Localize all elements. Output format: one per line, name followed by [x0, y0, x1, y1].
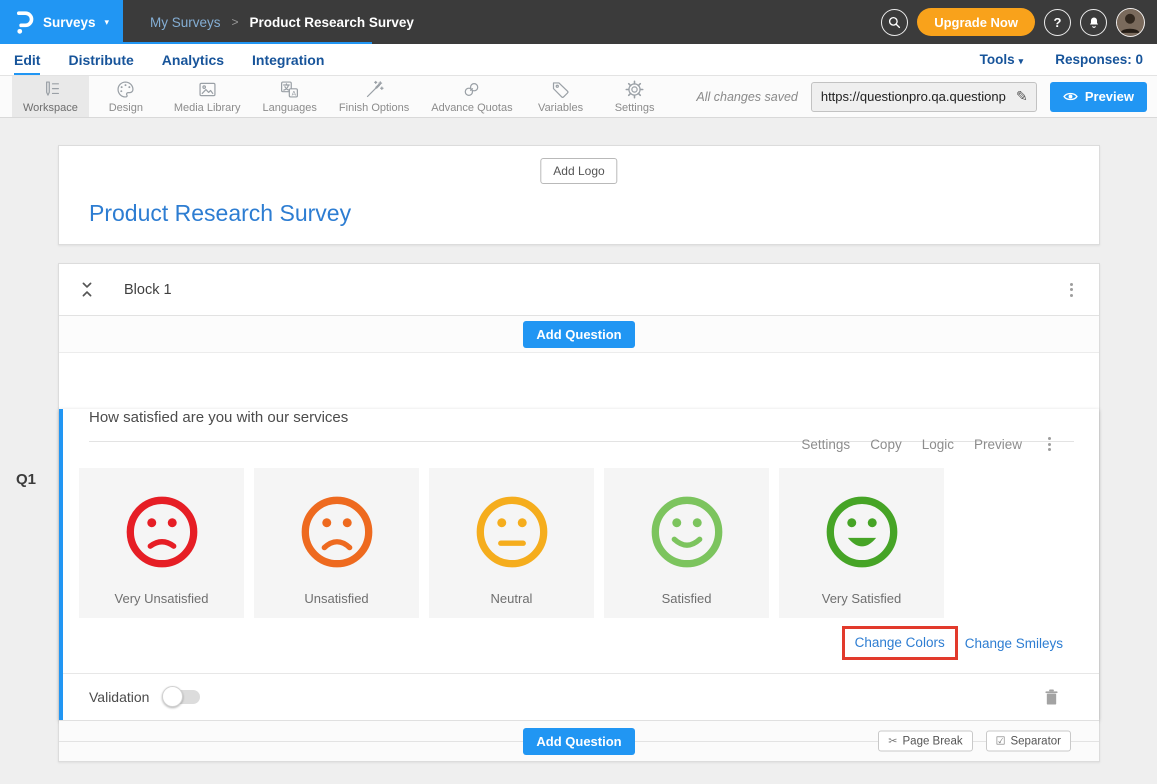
smiley-option-satisfied[interactable]: Satisfied: [604, 468, 769, 618]
separator-button[interactable]: ☑ Separator: [986, 731, 1071, 752]
scissors-icon: ✂: [888, 735, 897, 748]
magic-wand-icon: [364, 79, 385, 100]
unsatisfied-smiley-icon: [298, 493, 376, 571]
tools-menu[interactable]: Tools▾: [980, 52, 1024, 67]
page-break-button[interactable]: ✂ Page Break: [878, 731, 972, 752]
very-satisfied-smiley-icon: [823, 493, 901, 571]
change-smileys-link[interactable]: Change Smileys: [965, 636, 1063, 651]
edit-url-pencil-icon[interactable]: ✎: [1008, 83, 1036, 111]
tool-design[interactable]: Design: [89, 76, 163, 117]
tool-media-library[interactable]: Media Library: [163, 76, 252, 117]
question-id-label: Q1: [16, 471, 36, 488]
satisfied-smiley-icon: [648, 493, 726, 571]
breadcrumb: My Surveys > Product Research Survey: [150, 15, 414, 30]
chain-links-icon: [461, 79, 482, 100]
tab-integration[interactable]: Integration: [252, 44, 324, 75]
add-question-row-top: Add Question: [59, 316, 1099, 353]
notifications-button[interactable]: [1080, 9, 1107, 36]
smiley-option-unsatisfied[interactable]: Unsatisfied: [254, 468, 419, 618]
question-actions: Settings Copy Logic Preview: [801, 433, 1057, 455]
smiley-option-very-unsatisfied[interactable]: Very Unsatisfied: [79, 468, 244, 618]
validation-toggle[interactable]: [164, 690, 200, 704]
tab-analytics[interactable]: Analytics: [162, 44, 224, 75]
question-copy-link[interactable]: Copy: [870, 437, 902, 452]
workspace-icon: [40, 79, 61, 100]
image-icon: [197, 79, 218, 100]
upgrade-now-button[interactable]: Upgrade Now: [917, 8, 1035, 36]
survey-header-card: Add Logo Product Research Survey: [58, 145, 1100, 245]
change-colors-link[interactable]: Change Colors: [855, 635, 945, 650]
preview-button[interactable]: Preview: [1050, 82, 1147, 112]
palette-icon: [115, 79, 136, 100]
annotation-highlight-box: Change Colors: [842, 626, 958, 660]
add-question-button-bottom[interactable]: Add Question: [523, 728, 634, 755]
surveys-menu-label: Surveys: [43, 15, 96, 30]
delete-question-trash-icon[interactable]: [1044, 688, 1059, 706]
section-tabs: Edit Distribute Analytics Integration To…: [0, 44, 1157, 76]
help-button[interactable]: ?: [1044, 9, 1071, 36]
chevron-down-icon: ▾: [105, 17, 110, 28]
progress-bar: [0, 42, 372, 44]
tab-distribute[interactable]: Distribute: [68, 44, 133, 75]
gear-icon: [624, 79, 645, 100]
checkbox-icon: ☑: [996, 735, 1006, 748]
block-header: Block 1: [59, 264, 1099, 316]
tool-advance-quotas[interactable]: Advance Quotas: [420, 76, 523, 117]
tool-languages[interactable]: A Languages: [251, 76, 327, 117]
question-settings-link[interactable]: Settings: [801, 437, 850, 452]
save-status: All changes saved: [696, 90, 797, 104]
neutral-smiley-icon: [473, 493, 551, 571]
smiley-scale: Very Unsatisfied Unsatisfied Neutral Sat…: [79, 468, 1099, 618]
tag-icon: [550, 79, 571, 100]
top-bar: Surveys ▾ My Surveys > Product Research …: [0, 0, 1157, 44]
tab-edit[interactable]: Edit: [14, 44, 40, 75]
survey-url-input[interactable]: [812, 89, 1008, 104]
question-logic-link[interactable]: Logic: [922, 437, 954, 452]
block-title[interactable]: Block 1: [124, 282, 172, 298]
add-logo-button[interactable]: Add Logo: [540, 158, 617, 184]
survey-url-box: ✎: [811, 82, 1037, 112]
smiley-customize-row: Change Colors Change Smileys: [63, 626, 1063, 660]
survey-editor-canvas: Add Logo Product Research Survey Block 1…: [0, 118, 1157, 762]
surveys-menu[interactable]: Surveys ▾: [0, 0, 123, 44]
tool-workspace[interactable]: Workspace: [12, 76, 89, 117]
translate-icon: A: [279, 79, 300, 100]
validation-label: Validation: [89, 689, 149, 705]
search-button[interactable]: [881, 9, 908, 36]
tool-finish-options[interactable]: Finish Options: [328, 76, 420, 117]
add-question-button-top[interactable]: Add Question: [523, 321, 634, 348]
editor-toolbar: Workspace Design Media Library A Languag…: [0, 76, 1157, 118]
breadcrumb-my-surveys[interactable]: My Surveys: [150, 15, 221, 30]
bell-icon: [1087, 15, 1101, 30]
block-card: Block 1 Add Question Q1 Settings Copy Lo…: [58, 263, 1100, 762]
tool-variables[interactable]: Variables: [524, 76, 598, 117]
collapse-block-icon[interactable]: [80, 281, 94, 298]
chevron-down-icon: ▾: [1019, 56, 1024, 66]
survey-title[interactable]: Product Research Survey: [89, 200, 351, 227]
breadcrumb-current-survey: Product Research Survey: [250, 15, 414, 30]
questionpro-logo-icon: [15, 10, 34, 35]
svg-text:A: A: [292, 89, 297, 97]
validation-row: Validation: [63, 673, 1099, 720]
responses-count[interactable]: Responses: 0: [1055, 52, 1143, 67]
user-avatar[interactable]: [1116, 8, 1145, 37]
block-footer: Add Question ✂ Page Break ☑ Separator: [59, 720, 1099, 761]
question-menu-kebab-icon[interactable]: [1042, 433, 1057, 455]
tool-settings[interactable]: Settings: [598, 76, 672, 117]
smiley-option-neutral[interactable]: Neutral: [429, 468, 594, 618]
question-card: Q1 Settings Copy Logic Preview How satis…: [59, 409, 1099, 720]
very-unsatisfied-smiley-icon: [123, 493, 201, 571]
question-preview-link[interactable]: Preview: [974, 437, 1022, 452]
smiley-option-very-satisfied[interactable]: Very Satisfied: [779, 468, 944, 618]
eye-icon: [1063, 91, 1078, 102]
block-menu-kebab-icon[interactable]: [1064, 279, 1079, 301]
breadcrumb-separator: >: [232, 15, 239, 29]
search-icon: [887, 15, 902, 30]
